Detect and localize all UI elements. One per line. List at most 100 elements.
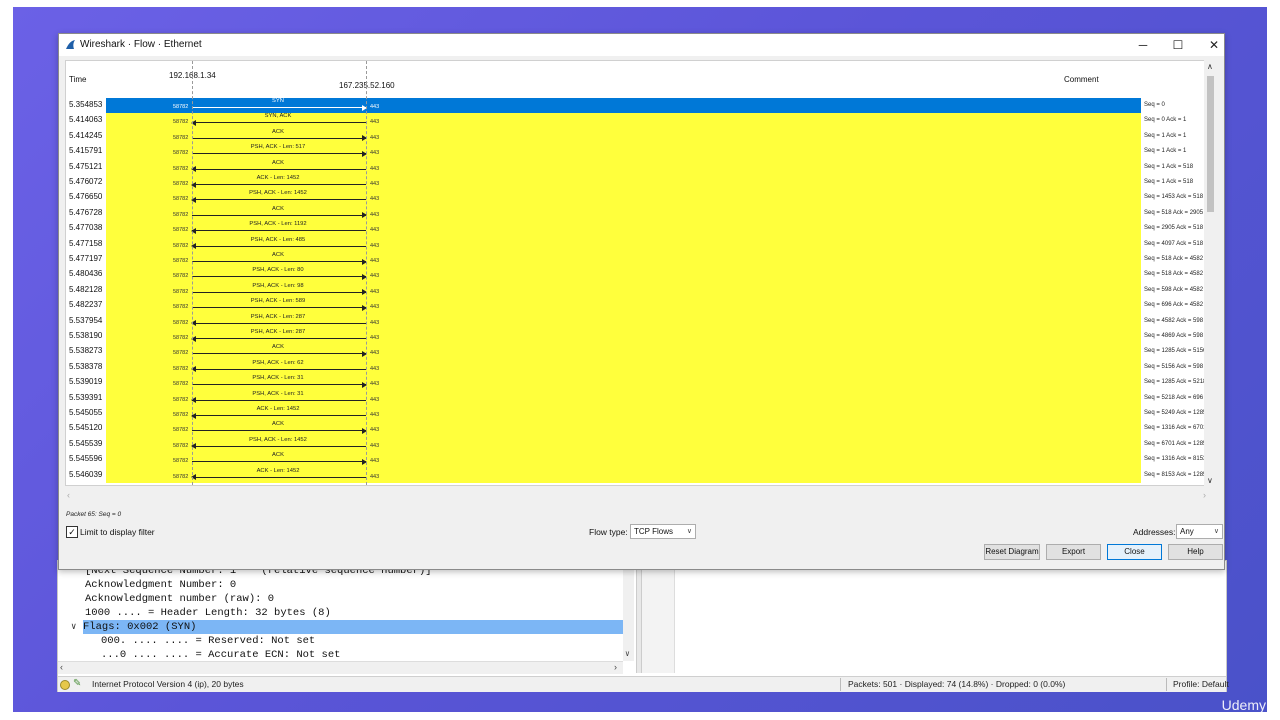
chevron-right-icon[interactable]: › [614,662,617,672]
status-indicator-icon[interactable] [60,680,70,690]
flow-row[interactable]: 5.538273 58782 443 ACK Seq = 1285 Ack = 5156 [66,344,1211,360]
flow-row[interactable]: 5.477038 58782 443 PSH, ACK - Len: 1192 Seq … [66,221,1211,237]
source-port: 58782 [173,427,189,434]
close-icon[interactable]: ✕ [1199,36,1229,54]
packet-details-pane[interactable]: [Next Sequence Number: 1 (relative seque… [58,561,634,661]
flow-row[interactable]: 5.545539 58782 443 PSH, ACK - Len: 1452 Seq … [66,436,1211,453]
destination-port: 443 [370,350,380,357]
chevron-down-icon[interactable]: ∨ [71,622,76,632]
packet-arrow-right [192,104,367,111]
diagram-horizontal-scrollbar[interactable]: ‹ › [65,489,1210,503]
row-comment: Seq = 1285 Ack = 5156 [1144,348,1207,355]
row-comment: Seq = 4097 Ack = 518 [1144,240,1204,247]
edit-comment-icon[interactable]: ✎ [73,678,81,689]
row-time: 5.546039 [69,469,103,479]
row-comment: Seq = 5156 Ack = 598 [1144,363,1204,370]
export-button[interactable]: Export [1046,544,1101,560]
row-comment: Seq = 1316 Ack = 6701 [1144,425,1207,432]
row-comment: Seq = 5249 Ack = 1285 [1144,410,1207,416]
udemy-watermark: Udemy [1221,697,1266,713]
flow-row[interactable]: 5.538378 58782 443 PSH, ACK - Len: 62 Seq = … [66,359,1211,376]
flow-row[interactable]: 5.354853 58782 443 SYN Seq = 0 [66,98,1211,114]
chevron-right-icon[interactable]: › [1203,490,1206,500]
row-time: 5.476650 [69,192,103,202]
row-comment: Seq = 1453 Ack = 518 [1144,194,1204,201]
row-time: 5.475121 [69,161,103,171]
flow-row[interactable]: 5.546039 58782 443 ACK - Len: 1452 Seq = 815… [66,467,1211,483]
minimize-icon[interactable]: ─ [1128,36,1158,54]
reset-diagram-button[interactable]: Reset Diagram [984,544,1040,560]
row-time: 5.414245 [69,130,103,140]
flow-row[interactable]: 5.414245 58782 443 ACK Seq = 1 Ack = 1 [66,128,1211,145]
row-comment: Seq = 2905 Ack = 518 [1144,225,1204,232]
chevron-left-icon[interactable]: ‹ [60,662,63,672]
row-comment: Seq = 696 Ack = 4582 [1144,302,1204,309]
flow-row[interactable]: 5.414063 58782 443 SYN, ACK Seq = 0 Ack = 1 [66,113,1211,129]
flow-row[interactable]: 5.480436 58782 443 PSH, ACK - Len: 80 Seq = … [66,267,1211,283]
flow-row[interactable]: 5.476728 58782 443 ACK Seq = 518 Ack = 2905 [66,205,1211,222]
flow-type-select[interactable]: TCP Flows ∨ [630,524,696,539]
detail-line[interactable]: ...0 .... .... = Accurate ECN: Not set [101,648,340,661]
detail-line[interactable]: 000. .... .... = Reserved: Not set [101,634,315,648]
flow-row[interactable]: 5.415791 58782 443 PSH, ACK - Len: 517 Seq =… [66,144,1211,160]
chevron-down-icon[interactable]: ∨ [1207,476,1213,485]
chevron-down-icon[interactable]: ∨ [625,649,630,659]
source-port: 58782 [173,319,189,326]
maximize-icon[interactable]: ☐ [1163,36,1193,54]
detail-line-flags[interactable]: Flags: 0x002 (SYN) [83,620,623,634]
flow-row[interactable]: 5.475121 58782 443 ACK Seq = 1 Ack = 518 [66,159,1211,175]
row-time: 5.480436 [69,269,103,279]
flow-row[interactable]: 5.539019 58782 443 PSH, ACK - Len: 31 Seq = … [66,375,1211,391]
destination-port: 443 [370,442,380,449]
row-comment: Seq = 4582 Ack = 598 [1144,317,1204,324]
packet-arrow-right [192,135,367,142]
flow-row[interactable]: 5.477158 58782 443 PSH, ACK - Len: 485 Seq =… [66,236,1211,252]
close-button[interactable]: Close [1107,544,1162,560]
flow-row[interactable]: 5.476072 58782 443 ACK - Len: 1452 Seq = 1 A… [66,175,1211,191]
help-button[interactable]: Help [1168,544,1223,560]
destination-port: 443 [370,181,380,187]
flow-row[interactable]: 5.482237 58782 443 PSH, ACK - Len: 589 Seq =… [66,298,1211,314]
packet-arrow-right [192,150,367,157]
flow-diagram[interactable]: Time 192.168.1.34 167.235.52.160 Comment… [65,60,1212,486]
destination-port: 443 [370,273,380,280]
packet-label: SYN, ACK [264,113,292,120]
detail-line[interactable]: Acknowledgment Number: 0 [85,578,236,592]
packet-arrow-left [191,227,366,234]
flow-row[interactable]: 5.477197 58782 443 ACK Seq = 518 Ack = 4582 [66,252,1211,268]
dialog-titlebar[interactable]: Wireshark · Flow · Ethernet ─ ☐ ✕ [59,34,1224,56]
source-port: 58782 [173,381,189,388]
details-horizontal-scrollbar[interactable]: ‹ › [58,661,623,674]
status-profile[interactable]: Profile: Default [1173,679,1229,689]
limit-filter-checkbox[interactable]: ✓ [66,526,78,538]
source-port: 58782 [173,473,189,480]
flow-row[interactable]: 5.476650 58782 443 PSH, ACK - Len: 1452 Seq … [66,190,1211,206]
chevron-left-icon[interactable]: ‹ [67,490,70,500]
packet-arrow-left [191,366,366,373]
limit-filter-label[interactable]: Limit to display filter [80,527,155,537]
details-vertical-scrollbar[interactable]: ∨ [623,561,634,661]
scrollbar-thumb[interactable] [1207,76,1214,212]
flow-row[interactable]: 5.545596 58782 443 ACK Seq = 1316 Ack = 8153 [66,452,1211,468]
dialog-title: Wireshark · Flow · Ethernet [80,39,202,50]
addresses-select[interactable]: Any ∨ [1176,524,1223,539]
source-port: 58782 [173,458,189,465]
status-packet-counts: Packets: 501 · Displayed: 74 (14.8%) · D… [848,679,1066,689]
row-time: 5.477197 [69,254,103,263]
flow-row[interactable]: 5.537954 58782 443 PSH, ACK - Len: 287 Seq =… [66,313,1211,329]
detail-line[interactable]: 1000 .... = Header Length: 32 bytes (8) [85,606,331,620]
flow-row[interactable]: 5.545120 58782 443 ACK Seq = 1316 Ack = 6701 [66,421,1211,437]
flow-row[interactable]: 5.538190 58782 443 PSH, ACK - Len: 287 Seq =… [66,329,1211,345]
packet-bytes-pane[interactable] [642,561,675,673]
chevron-up-icon[interactable]: ∧ [1207,62,1213,71]
row-comment: Seq = 1316 Ack = 8153 [1144,456,1207,463]
flow-row[interactable]: 5.482128 58782 443 PSH, ACK - Len: 98 Seq = … [66,282,1211,299]
diagram-vertical-scrollbar[interactable]: ∧ ∨ [1204,60,1218,488]
destination-port: 443 [370,319,380,326]
row-time: 5.476072 [69,177,103,186]
flow-row[interactable]: 5.545055 58782 443 ACK - Len: 1452 Seq = 524… [66,406,1211,422]
flow-row[interactable]: 5.539391 58782 443 PSH, ACK - Len: 31 Seq = … [66,390,1211,406]
packet-label: ACK [272,452,284,459]
detail-line[interactable]: Acknowledgment number (raw): 0 [85,592,274,606]
row-time: 5.545055 [69,408,103,417]
